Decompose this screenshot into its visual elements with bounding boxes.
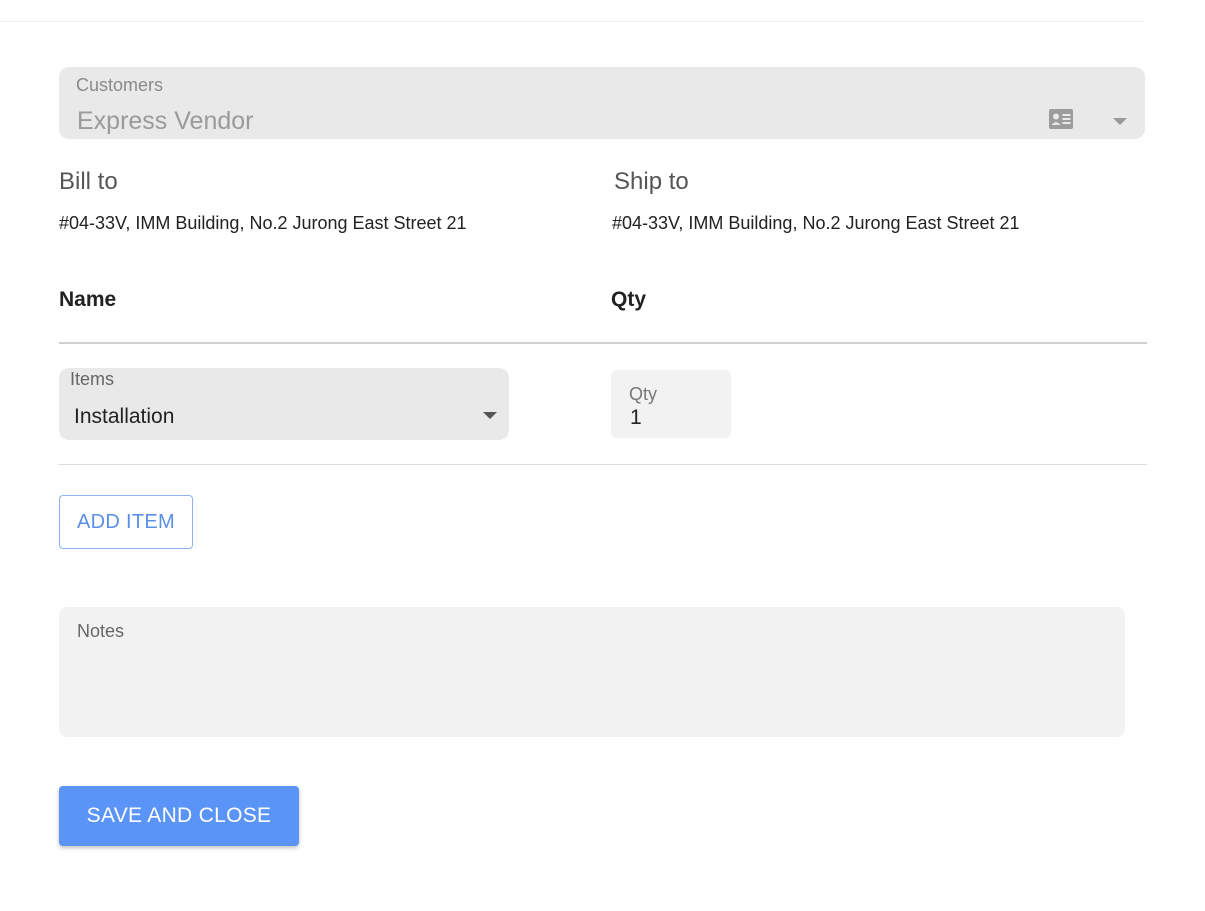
header-divider <box>59 342 1147 344</box>
add-item-button[interactable]: ADD ITEM <box>59 495 193 549</box>
save-and-close-button[interactable]: SAVE AND CLOSE <box>59 786 299 846</box>
qty-column-header: Qty <box>611 288 647 311</box>
bill-to-address: #04-33V, IMM Building, No.2 Jurong East … <box>59 213 467 233</box>
item-select-label: Items <box>70 369 115 389</box>
qty-input-label: Qty <box>629 384 658 404</box>
item-select[interactable]: Items Installation <box>59 368 509 440</box>
contact-card-icon[interactable] <box>1049 109 1073 129</box>
name-column-header: Name <box>59 288 117 311</box>
customer-select[interactable]: Customers Express Vendor <box>59 67 1145 139</box>
row-divider <box>59 464 1147 465</box>
notes-label: Notes <box>77 621 125 641</box>
item-select-value: Installation <box>74 405 175 428</box>
ship-to-title: Ship to <box>614 168 689 195</box>
chevron-down-icon[interactable] <box>483 412 497 419</box>
chevron-down-icon[interactable] <box>1113 118 1127 125</box>
ship-to-address: #04-33V, IMM Building, No.2 Jurong East … <box>612 213 1020 233</box>
qty-input-value[interactable]: 1 <box>630 406 642 430</box>
bill-to-title: Bill to <box>59 168 118 195</box>
customer-select-value: Express Vendor <box>77 107 254 135</box>
qty-input[interactable]: Qty 1 <box>611 370 731 438</box>
notes-textarea[interactable]: Notes <box>59 607 1125 737</box>
top-divider <box>0 21 1145 22</box>
customer-select-label: Customers <box>76 75 164 95</box>
